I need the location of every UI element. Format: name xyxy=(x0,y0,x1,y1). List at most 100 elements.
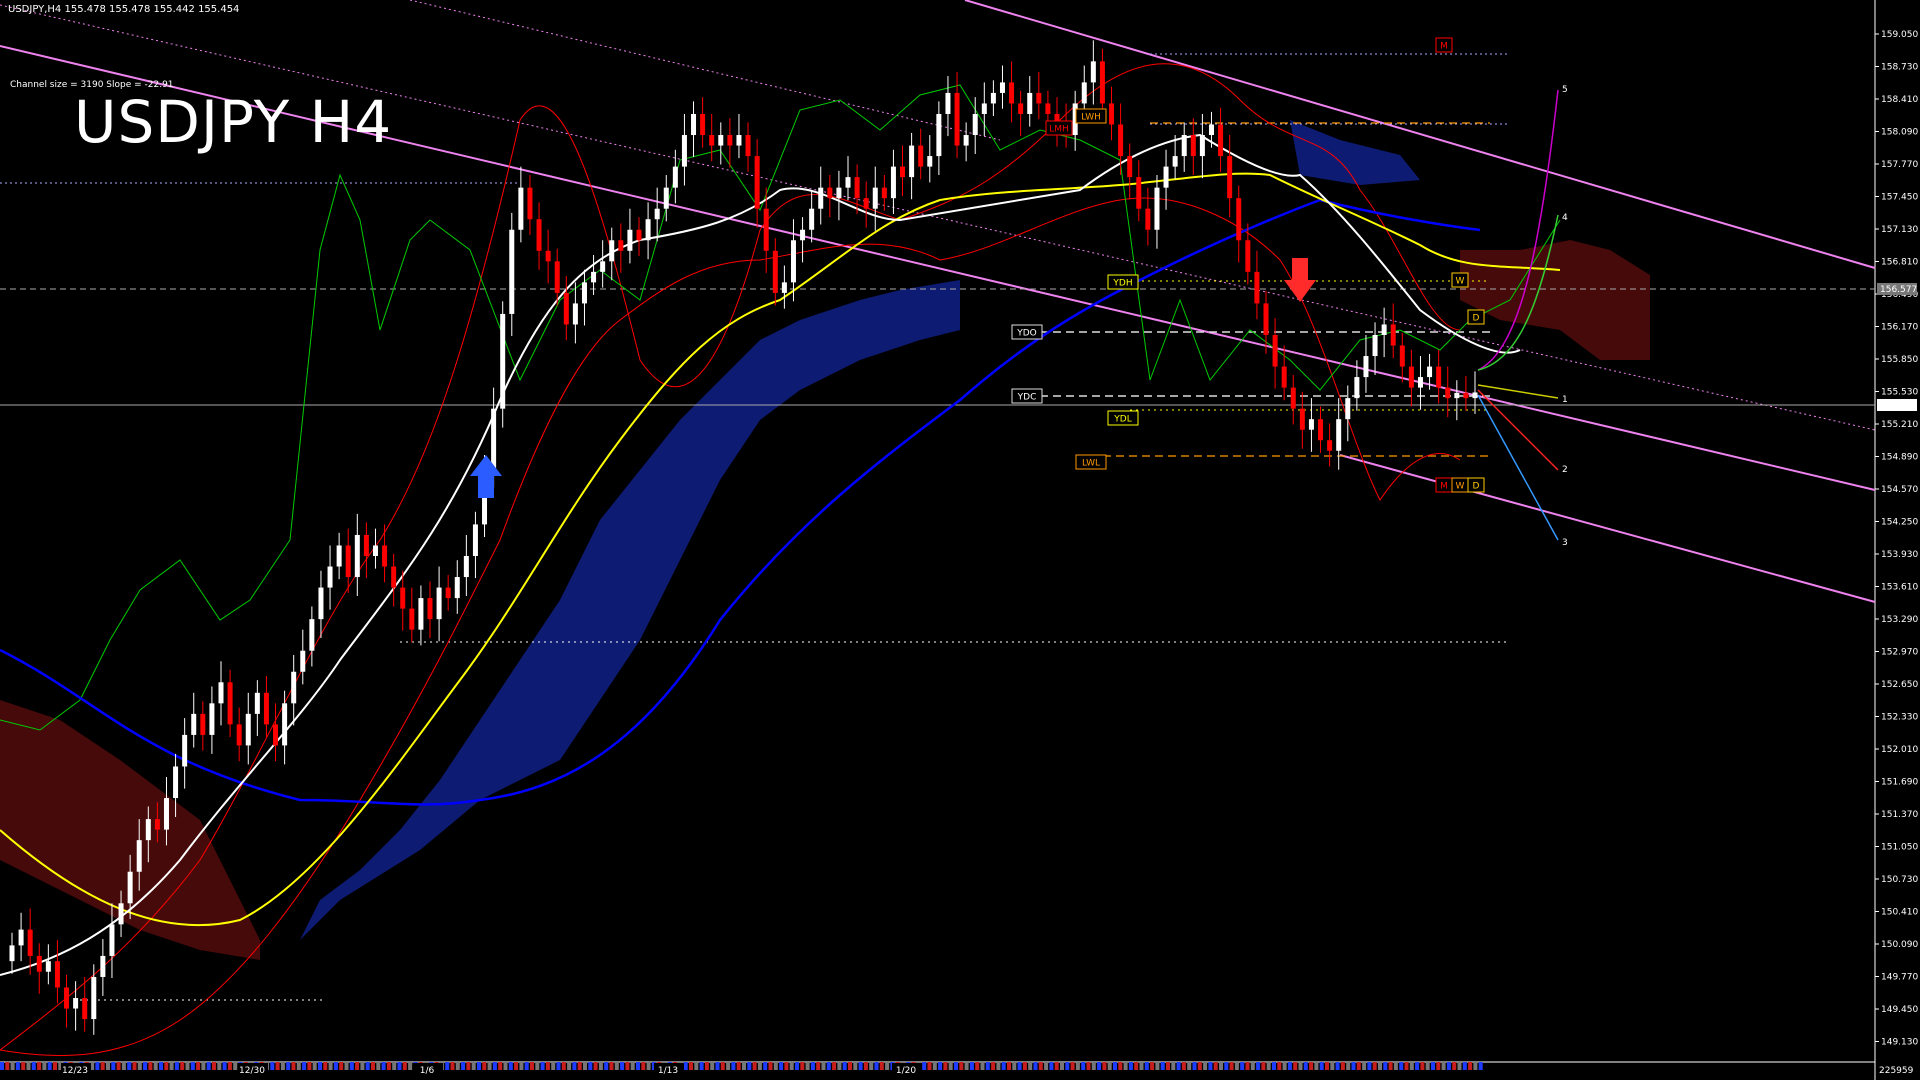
candle-body xyxy=(1245,240,1251,272)
time-label: 1/13 xyxy=(658,1066,678,1076)
session-stripe xyxy=(1346,1062,1351,1070)
marker-price-label: 156.577 xyxy=(1880,285,1917,295)
session-stripe xyxy=(1054,1062,1059,1070)
session-stripe xyxy=(588,1062,593,1070)
session-stripe xyxy=(551,1062,556,1070)
session-stripe xyxy=(1086,1062,1091,1070)
session-stripe xyxy=(21,1062,26,1070)
channel-line-mid-dotted xyxy=(0,4,1876,431)
session-stripe xyxy=(1420,1062,1425,1070)
projection-label-1: 1 xyxy=(1562,395,1568,405)
candle-body xyxy=(818,187,824,209)
session-stripe xyxy=(312,1062,317,1070)
candle-body xyxy=(173,766,179,799)
session-stripe xyxy=(307,1062,312,1070)
session-stripe xyxy=(132,1062,137,1070)
candle-body xyxy=(209,703,215,735)
candle-body xyxy=(391,566,397,588)
tag-m-top: M xyxy=(1440,42,1448,52)
time-label: 12/23 xyxy=(62,1066,88,1076)
session-stripe xyxy=(1446,1062,1451,1070)
session-stripe xyxy=(1335,1062,1340,1070)
candle-body xyxy=(1272,334,1278,367)
candle-body xyxy=(1454,392,1460,399)
candle-body xyxy=(800,229,806,241)
candle-body xyxy=(1363,356,1369,378)
symbol-info: USDJPY,H4 155.478 155.478 155.442 155.45… xyxy=(8,4,240,15)
session-stripe xyxy=(318,1062,322,1070)
session-stripe xyxy=(805,1062,810,1070)
time-label: 1/20 xyxy=(896,1066,916,1076)
candle-body xyxy=(645,219,651,241)
session-stripe xyxy=(752,1062,757,1070)
session-stripe xyxy=(1118,1062,1123,1070)
candle-body xyxy=(809,208,815,230)
candle-body xyxy=(1081,82,1087,104)
candle-body xyxy=(700,113,706,136)
candle-body xyxy=(445,587,451,599)
session-stripe xyxy=(466,1062,471,1070)
session-stripe xyxy=(641,1062,646,1070)
candle-body xyxy=(636,229,642,241)
session-stripe xyxy=(1409,1062,1414,1070)
session-stripe xyxy=(397,1062,402,1070)
session-stripe xyxy=(561,1062,566,1070)
candle-body xyxy=(336,545,342,567)
candle-body xyxy=(1127,156,1133,178)
session-stripe xyxy=(174,1062,179,1070)
candle-body xyxy=(863,198,869,209)
price-tick-label: 150.090 xyxy=(1881,940,1918,950)
session-stripe xyxy=(1187,1062,1192,1070)
session-stripe xyxy=(111,1062,116,1070)
candle-body xyxy=(145,819,151,841)
price-tick-label: 156.810 xyxy=(1881,258,1918,268)
price-tick-label: 151.690 xyxy=(1881,778,1918,788)
session-stripe xyxy=(37,1062,42,1070)
session-stripe xyxy=(280,1062,285,1070)
session-stripe xyxy=(620,1062,625,1070)
candle-body xyxy=(1290,387,1296,409)
session-stripe xyxy=(10,1062,15,1070)
candle-body xyxy=(963,135,969,146)
session-stripe xyxy=(964,1062,969,1070)
session-stripe xyxy=(1075,1062,1080,1070)
candle-body xyxy=(127,871,133,904)
session-stripe xyxy=(190,1062,195,1070)
session-stripe xyxy=(1219,1062,1223,1070)
candle-body xyxy=(1208,124,1214,136)
candle-body xyxy=(327,566,333,588)
candle-body xyxy=(54,961,60,988)
time-label: 1/6 xyxy=(420,1066,435,1076)
session-stripe xyxy=(355,1062,360,1070)
session-stripe xyxy=(503,1062,508,1070)
session-stripe xyxy=(636,1062,640,1070)
session-stripe xyxy=(1081,1062,1086,1070)
session-stripe xyxy=(1017,1062,1022,1070)
candle-body xyxy=(1090,61,1096,83)
session-stripe xyxy=(1330,1062,1335,1070)
session-stripe xyxy=(15,1062,20,1070)
session-stripe xyxy=(47,1062,52,1070)
session-stripe xyxy=(408,1062,413,1070)
session-stripe xyxy=(482,1062,487,1070)
session-stripe xyxy=(694,1062,699,1070)
price-tick-label: 152.970 xyxy=(1881,648,1918,658)
session-stripe xyxy=(1282,1062,1287,1070)
session-stripe xyxy=(1431,1062,1435,1070)
candle-body xyxy=(890,166,896,199)
session-stripe xyxy=(874,1062,879,1070)
session-stripe xyxy=(1303,1062,1308,1070)
session-stripe xyxy=(1372,1062,1377,1070)
candle-body xyxy=(1027,92,1033,114)
session-stripe xyxy=(1287,1062,1292,1070)
candle-body xyxy=(36,955,42,972)
session-stripe xyxy=(270,1062,275,1070)
candle-body xyxy=(554,261,560,293)
tag-lwh: LWH xyxy=(1081,113,1101,123)
price-tick-label: 155.530 xyxy=(1881,388,1918,398)
session-stripe xyxy=(1309,1062,1314,1070)
session-stripe xyxy=(1256,1062,1261,1070)
candle-body xyxy=(518,187,524,230)
session-stripe xyxy=(1340,1062,1345,1070)
candle-body xyxy=(100,955,106,977)
